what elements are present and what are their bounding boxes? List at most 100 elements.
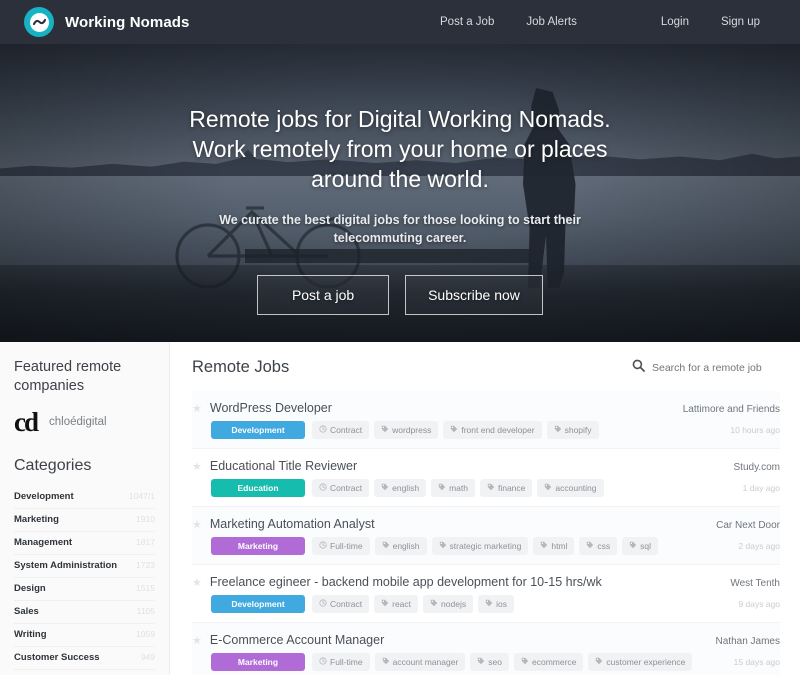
sidebar-item-system-administration[interactable]: System Administration 1723 bbox=[14, 555, 155, 578]
tag-icon bbox=[382, 541, 390, 551]
search-box[interactable] bbox=[632, 359, 780, 377]
job-tag[interactable]: english bbox=[374, 479, 427, 497]
job-tag[interactable]: seo bbox=[470, 653, 509, 671]
chloedigital-logo-icon: cd bbox=[14, 407, 39, 437]
job-category-badge[interactable]: Marketing bbox=[211, 537, 305, 555]
job-tag-label: nodejs bbox=[441, 599, 467, 609]
job-category-badge[interactable]: Development bbox=[211, 421, 305, 439]
categories-heading: Categories bbox=[14, 457, 92, 474]
job-tag[interactable]: accounting bbox=[537, 479, 604, 497]
job-tag[interactable]: customer experience bbox=[588, 653, 693, 671]
job-row[interactable]: ★ Educational Title Reviewer Study.com Educ… bbox=[192, 449, 780, 507]
job-type-tag[interactable]: Full-time bbox=[312, 537, 370, 555]
job-tag-label: customer experience bbox=[606, 657, 686, 667]
job-tag-label: ios bbox=[496, 599, 507, 609]
sidebar-item-management[interactable]: Management 1817 bbox=[14, 532, 155, 555]
job-row[interactable]: ★ WordPress Developer Lattimore and Friend… bbox=[192, 391, 780, 449]
login-link[interactable]: Login bbox=[645, 16, 705, 28]
category-label: Writing bbox=[14, 629, 47, 640]
tag-icon bbox=[629, 541, 637, 551]
job-row[interactable]: ★ E-Commerce Account Manager Nathan James M… bbox=[192, 623, 780, 675]
tag-icon bbox=[430, 599, 438, 609]
job-company: Lattimore and Friends bbox=[682, 404, 780, 415]
job-type-tag[interactable]: Contract bbox=[312, 421, 370, 439]
sidebar-item-design[interactable]: Design 1515 bbox=[14, 578, 155, 601]
job-type-tag[interactable]: Contract bbox=[312, 479, 370, 497]
job-tag[interactable]: css bbox=[579, 537, 618, 555]
job-tag-label: seo bbox=[488, 657, 502, 667]
job-row[interactable]: ★ Marketing Automation Analyst Car Next Do… bbox=[192, 507, 780, 565]
nav-link-post-a-job[interactable]: Post a Job bbox=[424, 16, 510, 28]
tag-icon bbox=[544, 483, 552, 493]
favorite-star-icon[interactable]: ★ bbox=[192, 404, 202, 415]
job-tag[interactable]: wordpress bbox=[374, 421, 439, 439]
favorite-star-icon[interactable]: ★ bbox=[192, 636, 202, 647]
sidebar-item-consulting[interactable]: Consulting 624 bbox=[14, 670, 155, 675]
featured-company-item[interactable]: cd chloédigital bbox=[14, 407, 155, 437]
category-label: Marketing bbox=[14, 514, 59, 525]
job-tag[interactable]: math bbox=[431, 479, 475, 497]
category-count: 1059 bbox=[136, 629, 155, 639]
sidebar-item-sales[interactable]: Sales 1105 bbox=[14, 601, 155, 624]
hero-cta-group: Post a job Subscribe now bbox=[0, 275, 800, 315]
tag-icon bbox=[477, 657, 485, 667]
job-tag[interactable]: nodejs bbox=[423, 595, 474, 613]
job-tag[interactable]: english bbox=[374, 537, 427, 555]
job-tag[interactable]: ecommerce bbox=[514, 653, 584, 671]
featured-company-name: chloédigital bbox=[49, 416, 107, 428]
job-posted-age: 1 day ago bbox=[742, 483, 780, 493]
job-type-tag[interactable]: Contract bbox=[312, 595, 370, 613]
favorite-star-icon[interactable]: ★ bbox=[192, 578, 202, 589]
tag-icon bbox=[487, 483, 495, 493]
job-list: ★ WordPress Developer Lattimore and Friend… bbox=[192, 391, 780, 675]
job-list-panel: Remote Jobs ★ WordPress Developer Lattimor… bbox=[170, 342, 800, 675]
tag-icon bbox=[381, 483, 389, 493]
sidebar-item-customer-success[interactable]: Customer Success 949 bbox=[14, 647, 155, 670]
job-title[interactable]: WordPress Developer bbox=[210, 401, 332, 415]
job-tag-label: css bbox=[597, 541, 611, 551]
tag-icon bbox=[554, 425, 562, 435]
job-tag[interactable]: strategic marketing bbox=[431, 537, 529, 555]
job-row[interactable]: ★ Freelance egineer - backend mobile app … bbox=[192, 565, 780, 623]
brand-name: Working Nomads bbox=[65, 13, 190, 31]
job-tag[interactable]: ios bbox=[478, 595, 514, 613]
job-tag-label: sql bbox=[640, 541, 652, 551]
categories-list: Development 1047/1 Marketing 1910 Manage… bbox=[14, 486, 155, 675]
category-count: 1817 bbox=[136, 537, 155, 547]
category-count: 1047/1 bbox=[129, 491, 155, 501]
job-category-badge[interactable]: Marketing bbox=[211, 653, 305, 671]
job-tag[interactable]: account manager bbox=[374, 653, 466, 671]
job-tag-label: front end developer bbox=[461, 425, 535, 435]
clock-icon bbox=[319, 599, 327, 609]
job-tag[interactable]: html bbox=[533, 537, 575, 555]
search-input[interactable] bbox=[652, 361, 780, 374]
post-a-job-button[interactable]: Post a job bbox=[257, 275, 390, 315]
signup-link[interactable]: Sign up bbox=[705, 16, 776, 28]
job-tag[interactable]: react bbox=[374, 595, 419, 613]
job-title[interactable]: E-Commerce Account Manager bbox=[210, 633, 384, 647]
tag-icon bbox=[586, 541, 594, 551]
job-tag[interactable]: sql bbox=[622, 537, 659, 555]
job-posted-age: 9 days ago bbox=[738, 599, 780, 609]
job-tag[interactable]: finance bbox=[479, 479, 533, 497]
job-tag[interactable]: shopify bbox=[546, 421, 599, 439]
job-tag[interactable]: front end developer bbox=[443, 421, 542, 439]
job-category-badge[interactable]: Development bbox=[211, 595, 305, 613]
job-title[interactable]: Marketing Automation Analyst bbox=[210, 517, 375, 531]
brand-logo[interactable]: Working Nomads bbox=[24, 7, 189, 37]
sidebar-item-writing[interactable]: Writing 1059 bbox=[14, 624, 155, 647]
job-category-badge[interactable]: Education bbox=[211, 479, 305, 497]
nomad-wave-logo-icon bbox=[24, 7, 54, 37]
sidebar-item-marketing[interactable]: Marketing 1910 bbox=[14, 509, 155, 532]
job-type-tag[interactable]: Full-time bbox=[312, 653, 370, 671]
job-type-label: Contract bbox=[330, 483, 363, 493]
tag-icon bbox=[595, 657, 603, 667]
sidebar-item-development[interactable]: Development 1047/1 bbox=[14, 486, 155, 509]
job-title[interactable]: Freelance egineer - backend mobile app d… bbox=[210, 575, 602, 589]
nav-link-job-alerts[interactable]: Job Alerts bbox=[510, 16, 593, 28]
favorite-star-icon[interactable]: ★ bbox=[192, 520, 202, 531]
top-navbar: Working Nomads Post a Job Job Alerts Log… bbox=[0, 0, 800, 44]
job-title[interactable]: Educational Title Reviewer bbox=[210, 459, 357, 473]
favorite-star-icon[interactable]: ★ bbox=[192, 462, 202, 473]
subscribe-now-button[interactable]: Subscribe now bbox=[405, 275, 543, 315]
